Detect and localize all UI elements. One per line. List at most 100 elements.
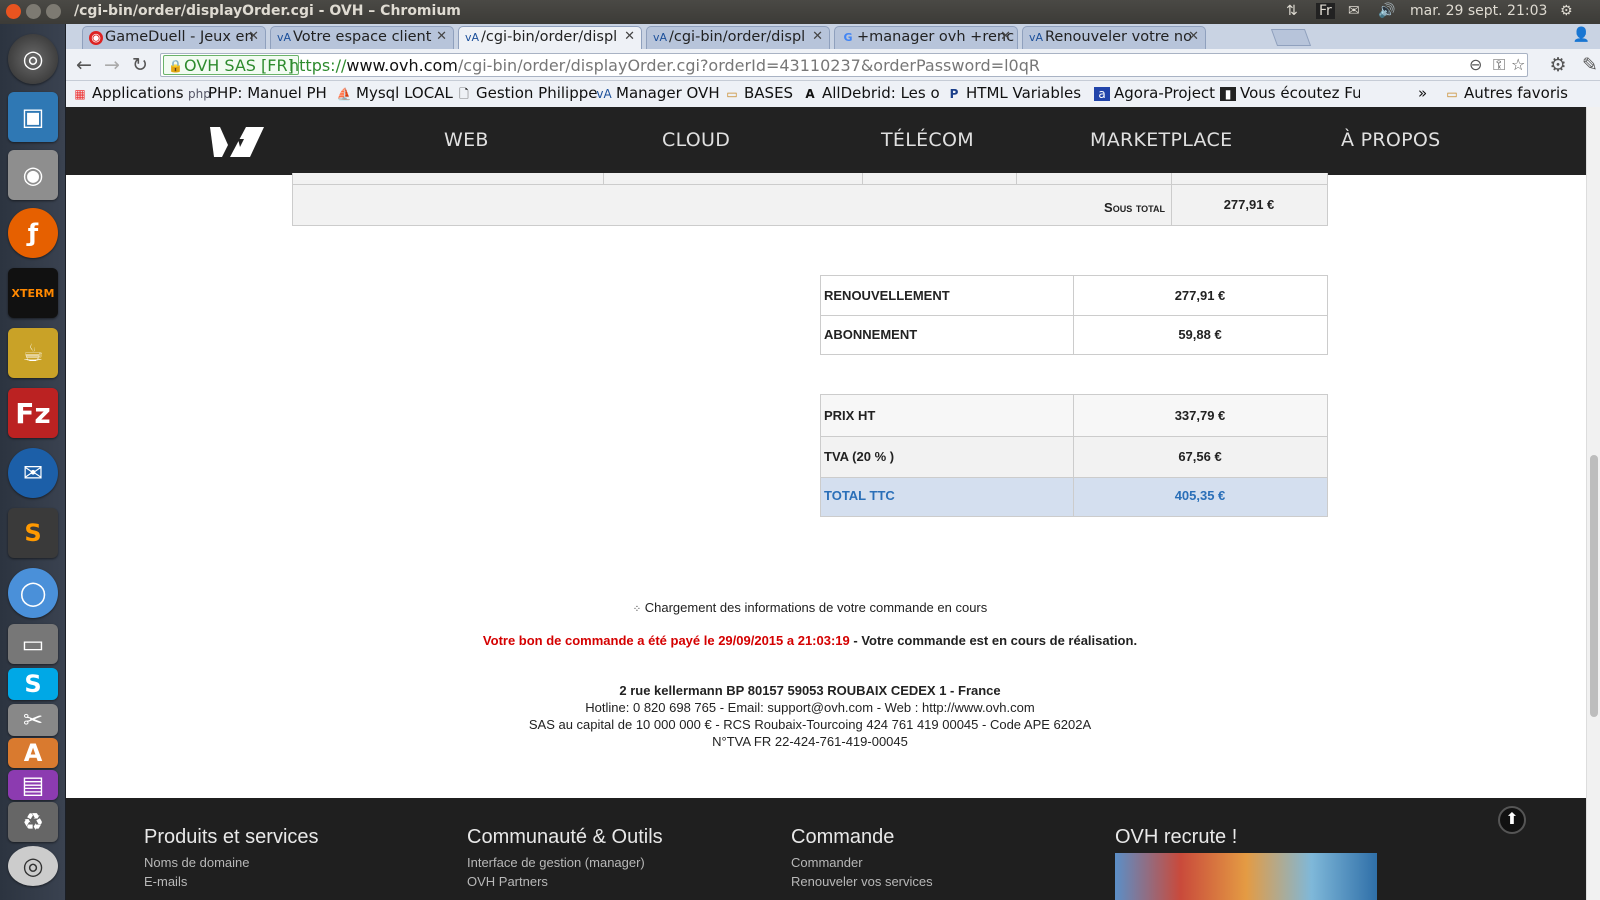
network-icon[interactable]: ⇅	[1286, 3, 1298, 19]
bookmark-alldebrid[interactable]: A AllDebrid: Les off	[802, 84, 940, 102]
keyboard-layout-indicator[interactable]: Fr	[1316, 3, 1335, 19]
tab-renouveler[interactable]: vA Renouveler votre no ✕	[1022, 26, 1206, 49]
bookmarks-overflow-chevron[interactable]: »	[1418, 84, 1427, 102]
page-icon: 🗋	[459, 87, 469, 101]
subtotal-value: 277,91 €	[1223, 197, 1275, 212]
footer-link-commander[interactable]: Commander	[791, 855, 863, 870]
table-divider	[821, 477, 1327, 478]
minimize-window-button[interactable]	[26, 4, 41, 19]
bookmark-label: Manager OVH	[616, 84, 720, 102]
bookmark-applications[interactable]: ▦ Applications	[72, 84, 183, 102]
camera-icon[interactable]: ◉	[8, 150, 58, 200]
tab-display-order-active[interactable]: vA /cgi-bin/order/displ ✕	[458, 26, 642, 49]
close-tab-icon[interactable]: ✕	[1000, 29, 1011, 44]
bookmark-html-variables[interactable]: P HTML Variables f	[946, 84, 1086, 102]
tab-display-order-2[interactable]: vA /cgi-bin/order/displ ✕	[646, 26, 830, 49]
bookmark-gestion-philippe[interactable]: 🗋 Gestion Philippe	[456, 84, 597, 106]
footer-link-emails[interactable]: E-mails	[144, 874, 187, 889]
scrollbar-thumb[interactable]	[1590, 455, 1598, 717]
maximize-window-button[interactable]	[46, 4, 61, 19]
ev-certificate-badge[interactable]: 🔒 OVH SAS [FR]	[163, 55, 299, 75]
teapot-icon[interactable]: ☕	[8, 328, 58, 378]
order-totals-table: PRIX HT 337,79 € TVA (20 % ) 67,56 € TOT…	[820, 394, 1328, 517]
line-label: ABONNEMENT	[824, 327, 918, 342]
site-footer: ⬆ Produits et services Noms de domaine E…	[66, 798, 1586, 900]
tools-icon[interactable]: ✂	[8, 704, 58, 736]
ovh-logo[interactable]	[208, 125, 266, 159]
reload-button[interactable]: ↻	[128, 53, 152, 77]
tab-label: /cgi-bin/order/displ	[481, 29, 618, 45]
nav-a-propos[interactable]: À PROPOS	[1341, 129, 1441, 151]
back-to-top-button[interactable]: ⬆	[1498, 806, 1526, 834]
bookmark-folder-bases[interactable]: ▭ BASES	[724, 84, 793, 102]
nav-marketplace[interactable]: MARKETPLACE	[1090, 129, 1232, 151]
power-gear-icon[interactable]: ⚙	[1560, 3, 1573, 19]
tab-gameduell[interactable]: ◉ GameDuell - Jeux en ✕	[82, 26, 266, 49]
table-divider	[293, 184, 1327, 185]
loading-text: Chargement des informations de votre com…	[644, 600, 988, 615]
window-title: /cgi-bin/order/displayOrder.cgi - OVH – …	[74, 3, 461, 19]
trash-icon[interactable]: ♻	[8, 802, 58, 842]
firefox-icon[interactable]: ƒ	[8, 208, 58, 258]
bookmark-php-manual[interactable]: phpPHP: Manuel PHF	[188, 84, 326, 102]
tva-value: 67,56 €	[1178, 449, 1222, 464]
settings-gear-icon[interactable]: ⚙	[1546, 53, 1570, 77]
image-viewer-icon[interactable]: ▣	[8, 92, 58, 142]
software-center-icon[interactable]: A	[8, 738, 58, 768]
forward-button[interactable]: →	[100, 53, 124, 77]
bookmark-manager-ovh[interactable]: vA Manager OVH	[596, 84, 720, 102]
thunderbird-icon[interactable]: ✉	[8, 448, 58, 498]
phpmyadmin-icon: ⛵	[336, 87, 352, 101]
bookmark-agora-project[interactable]: a Agora-Project	[1094, 84, 1215, 102]
footer-link-renouveler[interactable]: Renouveler vos services	[791, 874, 933, 889]
tab-label: Renouveler votre no	[1045, 29, 1192, 45]
address-bar[interactable]: 🔒 OVH SAS [FR] https://www.ovh.com/cgi-b…	[160, 53, 1528, 77]
clock[interactable]: mar. 29 sept. 21:03	[1410, 3, 1547, 19]
tva-label: TVA (20 % )	[824, 449, 895, 464]
page-scrollbar[interactable]	[1586, 107, 1600, 900]
dvd-icon[interactable]: ◎	[8, 846, 58, 886]
prix-ht-label: PRIX HT	[824, 408, 876, 423]
tab-espace-client[interactable]: vA Votre espace client ✕	[270, 26, 454, 49]
zoom-icon[interactable]: ⊖	[1469, 55, 1482, 74]
ovh-icon: vA	[653, 31, 668, 44]
close-tab-icon[interactable]: ✕	[624, 29, 635, 44]
filezilla-icon[interactable]: Fz	[8, 388, 58, 438]
dash-icon[interactable]: ◎	[8, 34, 58, 84]
nav-web[interactable]: WEB	[444, 129, 489, 151]
close-tab-icon[interactable]: ✕	[812, 29, 823, 44]
mail-icon[interactable]: ✉	[1348, 3, 1360, 19]
volume-icon[interactable]: 🔊	[1378, 3, 1395, 19]
recruitment-banner-image[interactable]	[1115, 853, 1377, 900]
profile-icon[interactable]: 👤	[1573, 27, 1590, 43]
bookmark-other-favorites[interactable]: ▭ Autres favoris	[1444, 84, 1568, 102]
gameduell-icon: ◉	[89, 31, 103, 45]
bookmark-mysql-local[interactable]: ⛵ Mysql LOCAL	[336, 84, 453, 102]
url-scheme: https://	[289, 56, 347, 75]
new-tab-button[interactable]	[1270, 29, 1312, 46]
close-tab-icon[interactable]: ✕	[1188, 29, 1199, 44]
sublime-icon[interactable]: S	[8, 508, 58, 558]
nav-cloud[interactable]: CLOUD	[662, 129, 730, 151]
close-tab-icon[interactable]: ✕	[248, 29, 259, 44]
nav-telecom[interactable]: TÉLÉCOM	[881, 129, 974, 151]
scanner-icon[interactable]: ▭	[8, 624, 58, 664]
close-tab-icon[interactable]: ✕	[436, 29, 447, 44]
bookmark-star-icon[interactable]: ☆	[1511, 55, 1525, 74]
back-button[interactable]: ←	[72, 53, 96, 77]
footer-link-ovh-partners[interactable]: OVH Partners	[467, 874, 548, 889]
archive-icon[interactable]: ▤	[8, 770, 58, 800]
company-contact: Hotline: 0 820 698 765 - Email: support@…	[585, 700, 1035, 715]
footer-link-noms-de-domaine[interactable]: Noms de domaine	[144, 855, 250, 870]
skype-icon[interactable]: S	[8, 668, 58, 700]
table-divider	[821, 315, 1327, 316]
chromium-icon[interactable]: ◯	[8, 568, 58, 618]
close-window-button[interactable]	[6, 4, 21, 19]
bookmark-radio[interactable]: ▮ Vous écoutez Fur	[1220, 84, 1360, 102]
key-icon[interactable]: ⚿	[1493, 55, 1505, 75]
eyedropper-icon[interactable]: ✎	[1578, 53, 1600, 77]
footer-link-manager[interactable]: Interface de gestion (manager)	[467, 855, 645, 870]
tab-google-search[interactable]: G +manager ovh +renc ✕	[834, 26, 1018, 49]
url-text[interactable]: https://www.ovh.com/cgi-bin/order/displa…	[289, 56, 1040, 75]
xterm-icon[interactable]: XTERM	[8, 268, 58, 318]
